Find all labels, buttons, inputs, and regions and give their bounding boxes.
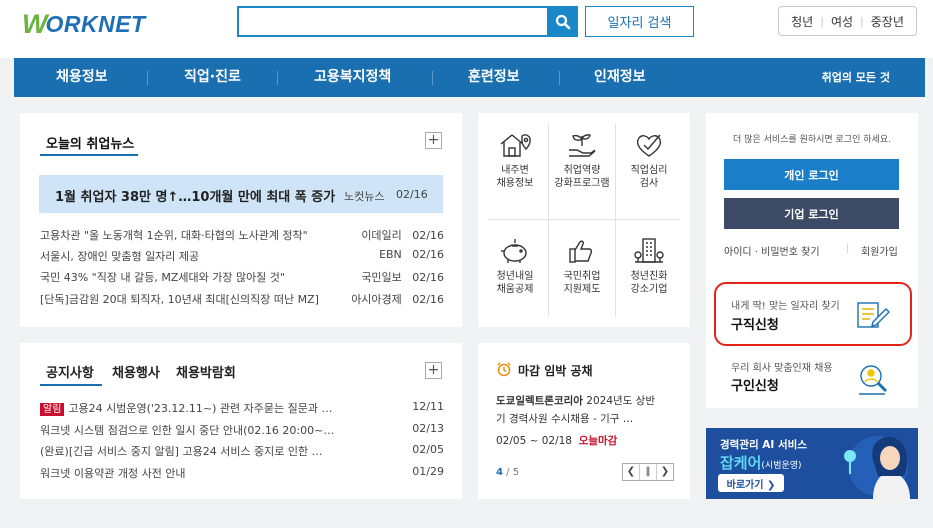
logo-text: ORKNET [45, 10, 146, 37]
banner-brand: 잡케어(시범운영) [720, 454, 802, 472]
login-notice: 더 많은 서비스를 원하시면 로그인 하세요. [733, 135, 891, 145]
job-seek-title[interactable]: 구직신청 [731, 314, 779, 333]
job-offer-title[interactable]: 구인신청 [731, 375, 779, 394]
deadline-pager: 4 / 5 [496, 467, 520, 478]
news-more-button[interactable]: + [425, 132, 442, 149]
find-id-password-link[interactable]: 아이디 · 비밀번호 찾기 [724, 243, 820, 258]
pause-button[interactable]: ‖ [640, 464, 657, 480]
company-login-button[interactable]: 기업 로그인 [724, 198, 899, 229]
prev-button[interactable]: ❮ [623, 464, 640, 480]
nav-talent[interactable]: 인재정보 [594, 58, 646, 97]
personal-login-button[interactable]: 개인 로그인 [724, 159, 899, 190]
featured-news-title[interactable]: 1월 취업자 38만 명↑…10개월 만에 최대 폭 증가 [55, 186, 335, 205]
next-button[interactable]: ❯ [657, 464, 673, 480]
deadline-job[interactable]: 도쿄일렉트론코리아 2024년도 상반 기 경력사원 수시채용 - 기구 … [496, 392, 676, 428]
nav-job-info[interactable]: 채용정보 [56, 58, 108, 97]
notice-item[interactable]: (완료)[긴급 서비스 중지 알림] 고용24 서비스 중지로 인한 … 02/0… [40, 443, 444, 459]
job-search-button[interactable]: 일자리 검색 [585, 6, 694, 37]
target-youth[interactable]: 청년 [791, 13, 813, 30]
alert-badge: 알림 [40, 403, 65, 416]
service-employment-program[interactable]: 취업역량 강화프로그램 [548, 128, 616, 190]
search-icon [555, 14, 571, 29]
nav-welfare-policy[interactable]: 고용복지정책 [314, 58, 391, 97]
service-nearby-jobs[interactable]: 내주변 채용정보 [481, 128, 549, 190]
banner-line1: 경력관리 AI 서비스 [720, 439, 807, 451]
sprout-hand-icon [569, 134, 596, 157]
service-youth-savings[interactable]: 청년내일 채움공제 [481, 234, 549, 296]
job-seek-subtitle: 내게 딱! 맞는 일자리 찾기 [731, 301, 840, 312]
heart-check-icon [636, 134, 662, 157]
job-offer-subtitle: 우리 회사 맞춤인재 채용 [731, 363, 833, 374]
worknet-logo[interactable]: W ORKNET [22, 8, 146, 39]
join-link[interactable]: 회원가입 [861, 243, 898, 258]
deadline-title[interactable]: 마감 임박 공채 [518, 362, 593, 379]
notice-item[interactable]: 워크넷 시스템 점검으로 인한 일시 중단 안내(02.16 20:00~… 02… [40, 422, 444, 438]
search-input[interactable] [237, 6, 549, 37]
deadline-period: 02/05 ~ 02/18 오늘마감 [496, 435, 618, 447]
news-item[interactable]: 고용차관 "올 노동개혁 1순위, 대화·타협의 노사관계 정착" 이데일리 02… [40, 227, 444, 243]
news-title[interactable]: 오늘의 취업뉴스 [46, 133, 134, 152]
thumbs-up-icon [569, 240, 593, 263]
news-item[interactable]: 서울시, 장애인 맞춤형 일자리 제공 EBN 02/16 [40, 248, 444, 264]
nav-training[interactable]: 훈련정보 [468, 58, 520, 97]
target-selector: 청년 | 여성 | 중장년 [778, 6, 917, 36]
news-item[interactable]: 국민 43% "직장 내 갈등, MZ세대와 가장 많아질 것" 국민일보 02/… [40, 269, 444, 285]
application-form-icon [855, 300, 891, 334]
tab-notice[interactable]: 공지사항 [46, 362, 94, 381]
nav-all[interactable]: 취업의 모든 것 [822, 58, 890, 97]
search-button[interactable] [548, 6, 578, 37]
featured-news-source: 노컷뉴스 [344, 190, 385, 203]
tab-job-fair[interactable]: 채용박람회 [176, 362, 236, 381]
building-icon [634, 238, 664, 263]
piggy-bank-icon [501, 239, 527, 263]
target-women[interactable]: 여성 [831, 13, 853, 30]
service-national-employment[interactable]: 국민취업 지원제도 [548, 234, 616, 296]
tab-notice-underline [40, 384, 102, 386]
alarm-clock-icon [496, 361, 512, 381]
news-title-underline [40, 154, 138, 156]
main-nav: 채용정보 직업·진로 고용복지정책 훈련정보 인재정보 취업의 모든 것 [14, 58, 925, 97]
tab-recruit-event[interactable]: 채용행사 [112, 362, 160, 381]
featured-news-date: 02/16 [396, 188, 428, 201]
service-youth-friendly-company[interactable]: 청년친화 강소기업 [615, 234, 683, 296]
jobcare-banner[interactable]: 경력관리 AI 서비스 잡케어(시범운영) 바로가기 ❯ [706, 428, 918, 499]
banner-cta-button[interactable]: 바로가기 ❯ [718, 474, 784, 492]
notice-item[interactable]: 워크넷 이용약관 개정 사전 안내 01/29 [40, 465, 444, 481]
news-item[interactable]: [단독]금감원 20대 퇴직자, 10년새 최대[신의직장 떠난 MZ] 아시아경… [40, 291, 444, 307]
nav-career[interactable]: 직업·진로 [184, 58, 241, 97]
deadline-pager-controls: ❮ ‖ ❯ [622, 463, 674, 481]
banner-illustration [844, 436, 910, 499]
logo-w: W [22, 8, 48, 39]
notice-more-button[interactable]: + [425, 362, 442, 379]
notice-item[interactable]: 알림 고용24 시범운영('23.12.11~) 관련 자주묻는 질문과 … 12/… [40, 400, 444, 416]
service-psych-test[interactable]: 직업심리 검사 [615, 128, 683, 190]
talent-search-icon [855, 361, 891, 401]
house-map-icon [500, 134, 531, 157]
target-middle-aged[interactable]: 중장년 [871, 13, 904, 30]
